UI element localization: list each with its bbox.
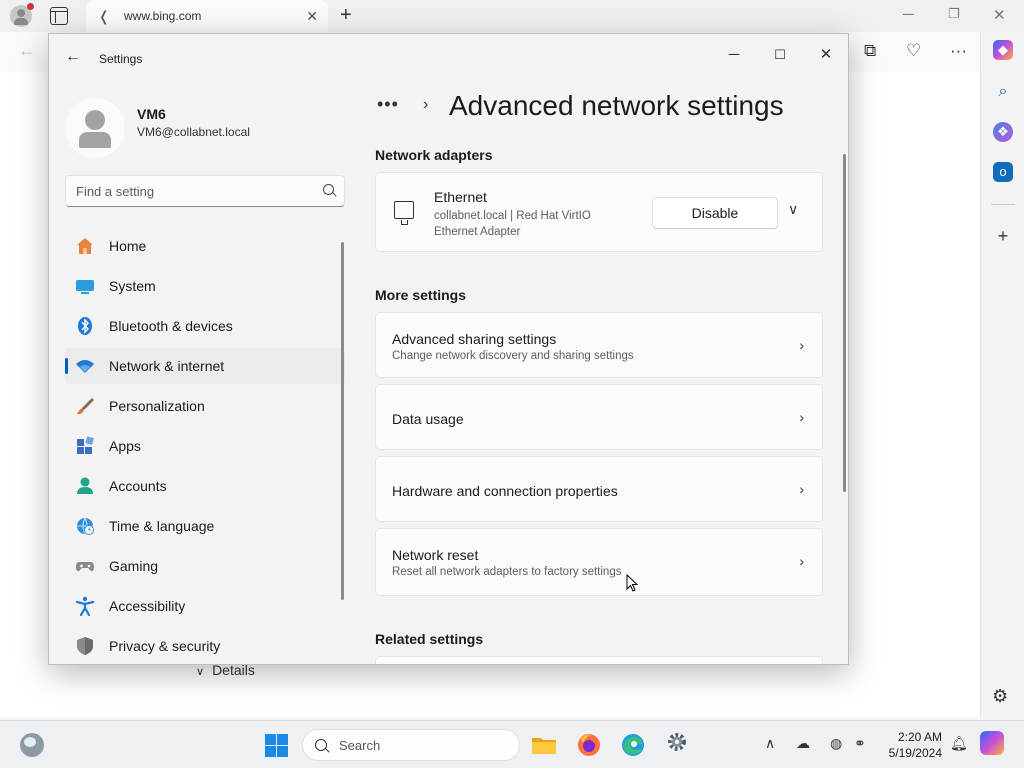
settings-app-icon[interactable] [663,731,691,759]
more-options-icon[interactable]: ··· [950,41,967,61]
copilot-icon[interactable]: ◆ [993,40,1013,60]
browser-tab[interactable]: ❬ www.bing.com ✕ [86,0,328,32]
maximize-button[interactable]: ☐ [757,40,803,70]
home-icon [77,238,93,254]
accounts-icon [77,477,93,494]
minimize-button[interactable]: ─ [711,40,757,70]
new-tab-button[interactable]: + [340,4,352,27]
gear-icon[interactable]: ⚙ [992,686,1008,707]
ethernet-name: Ethernet [434,189,487,205]
browser-restore-button[interactable]: ❐ [948,6,960,22]
firefox-icon[interactable] [575,731,603,759]
breadcrumb-more-button[interactable]: ••• [377,94,399,115]
add-icon[interactable]: + [993,226,1013,246]
network-reset-item[interactable]: Network reset Reset all network adapters… [375,528,823,596]
main-scrollbar[interactable] [843,154,846,492]
nav-item-system[interactable]: System [65,268,345,304]
section-network-adapters: Network adapters [375,147,493,163]
mouse-cursor-icon [626,574,638,592]
settings-window: ← Settings ─ ☐ ✕ VM6 VM6@collabnet.local… [48,33,849,665]
accessibility-icon [75,596,95,616]
chevron-right-icon: › [799,553,804,569]
network-globe-icon[interactable]: ◍ [830,735,842,752]
brush-icon [77,398,94,415]
chevron-right-icon: › [799,409,804,425]
ethernet-description: collabnet.local | Red Hat VirtIO Etherne… [434,210,591,238]
chevron-down-icon: ∨ [196,666,205,678]
close-button[interactable]: ✕ [803,40,848,70]
chevron-right-icon: › [799,337,804,353]
tab-actions-icon[interactable] [50,7,68,25]
nav-item-accessibility[interactable]: Accessibility [65,588,345,624]
outlook-icon[interactable]: o [993,162,1013,182]
file-explorer-icon[interactable] [530,731,558,759]
gamepad-icon [76,562,94,572]
taskbar-clock[interactable]: 2:20 AM 5/19/2024 [880,729,942,761]
search-input[interactable] [76,182,306,200]
profile-icon[interactable] [10,3,34,27]
section-related-settings: Related settings [375,631,484,647]
bluetooth-icon [78,317,92,335]
search-icon [315,739,327,751]
nav-item-accounts[interactable]: Accounts [65,468,345,504]
back-arrow-icon[interactable]: ← [18,40,36,61]
tab-close-icon[interactable]: ✕ [306,8,318,25]
profile-name: VM6 [137,106,166,122]
chevron-down-icon[interactable]: ∨ [788,201,798,218]
edge-icon[interactable] [619,731,647,759]
search-icon[interactable]: ⌕ [993,82,1013,102]
loading-icon: ❬ [98,8,110,24]
window-title: Settings [99,52,143,66]
section-more-settings: More settings [375,287,467,303]
taskbar-search[interactable]: Search [302,729,520,761]
hardware-connection-properties-item[interactable]: Hardware and connection properties › [375,456,823,522]
nav-item-personalization[interactable]: Personalization [65,388,345,424]
breadcrumb-separator: › [423,96,429,113]
back-arrow-icon[interactable]: ← [65,48,81,66]
settings-nav: Home System Bluetooth & devices Network … [65,228,345,664]
search-setting-field[interactable] [65,175,345,207]
nav-item-privacy[interactable]: Privacy & security [65,628,345,664]
onedrive-icon[interactable]: ☁ [796,735,810,752]
disable-button[interactable]: Disable [652,197,778,229]
globe-clock-icon [77,517,94,536]
browser-minimize-button[interactable]: ─ [903,6,914,23]
nav-item-apps[interactable]: Apps [65,428,345,464]
browser-close-button[interactable]: ✕ [993,6,1006,24]
accessibility-tray-icon[interactable]: ⚭ [854,735,866,752]
nav-item-gaming[interactable]: Gaming [65,548,345,584]
chevron-right-icon: › [799,481,804,497]
start-button[interactable] [265,734,288,757]
performance-icon[interactable]: ♡ [906,41,921,61]
ethernet-adapter-icon [394,201,414,225]
notifications-bell-icon[interactable]: 🔔︎ [950,735,968,752]
tab-title: www.bing.com [124,9,202,23]
ethernet-card: Ethernet collabnet.local | Red Hat VirtI… [375,172,823,252]
system-icon [76,280,94,294]
browser-sidebar: ◆ ⌕ ❖ o + [980,32,1024,718]
shield-icon [77,637,93,655]
related-settings-card[interactable] [375,656,823,664]
collections-icon[interactable]: ⧉ [864,41,876,61]
taskbar: Search ∧ ☁ ◍ ⚭ 2:20 AM 5/19/2024 🔔︎ [0,720,1024,768]
copilot-taskbar-icon[interactable] [980,731,1004,755]
nav-item-time-language[interactable]: Time & language [65,508,345,544]
avatar[interactable] [65,98,125,158]
search-icon[interactable] [323,184,334,195]
browser-tab-bar: ❬ www.bing.com ✕ + ─ ❐ ✕ [0,0,1024,32]
advanced-sharing-settings-item[interactable]: Advanced sharing settings Change network… [375,312,823,378]
nav-scrollbar[interactable] [341,242,344,600]
page-title: Advanced network settings [449,90,784,121]
data-usage-item[interactable]: Data usage › [375,384,823,450]
nav-item-network[interactable]: Network & internet [65,348,345,384]
nav-item-home[interactable]: Home [65,228,345,264]
apps-icon [77,436,94,454]
apps-icon[interactable]: ❖ [993,122,1013,142]
network-icon [76,360,94,373]
widgets-icon[interactable] [20,733,44,757]
profile-email: VM6@collabnet.local [137,125,250,139]
nav-item-bluetooth[interactable]: Bluetooth & devices [65,308,345,344]
chevron-up-icon[interactable]: ∧ [765,735,775,752]
